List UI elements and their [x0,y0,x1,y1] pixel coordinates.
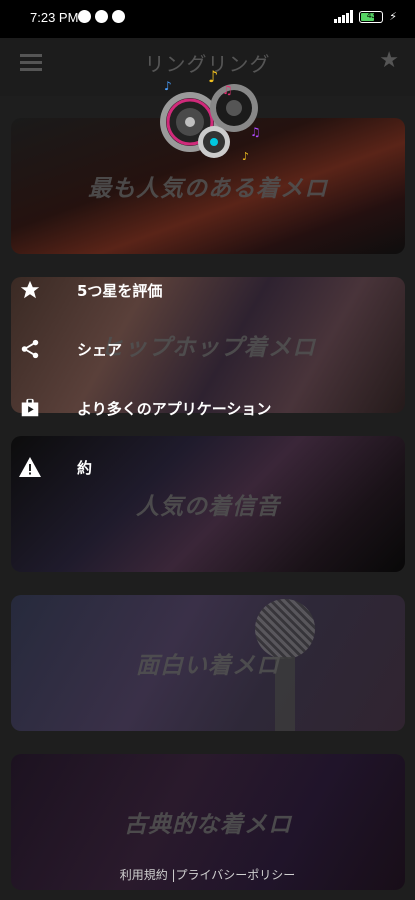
notification-icon [112,10,125,23]
menu-item-rate[interactable]: 5つ星を評価 [0,266,415,314]
battery-icon: 43 [359,10,384,23]
svg-text:♪: ♪ [208,67,218,86]
category-card[interactable]: 面白い着メロ [11,595,405,731]
charging-icon: ⚡ [389,10,397,23]
warning-icon [18,455,42,479]
svg-text:♪: ♪ [242,150,249,163]
menu-item-label: 約 [77,458,93,477]
svg-text:♫: ♫ [222,83,233,97]
status-right: 43 ⚡ [334,10,397,23]
status-bar: 7:23 PM 43 ⚡ [0,0,415,38]
status-time: 7:23 PM [30,10,79,25]
menu-item-label: シェア [77,340,123,359]
svg-text:♪: ♪ [164,79,172,93]
star-icon[interactable]: ★ [379,48,399,73]
menu-item-share[interactable]: シェア [0,325,415,373]
share-icon [18,337,42,361]
category-label: 人気の着信音 [136,494,280,520]
menu-item-about[interactable]: 約 [0,443,415,491]
category-label: 面白い着メロ [136,653,280,679]
star-icon [18,278,42,302]
signal-icon [334,10,354,23]
notification-icons [78,10,125,23]
category-label: 最も人気のある着メロ [88,176,328,202]
notification-icon [78,10,91,23]
notification-icon [95,10,108,23]
battery-level: 43 [366,10,376,20]
category-label: 古典的な着メロ [124,812,292,838]
menu-item-label: より多くのアプリケーション [77,399,272,418]
svg-text:♫: ♫ [250,125,261,139]
play-store-bag-icon [18,396,42,420]
menu-item-label: 5つ星を評価 [77,281,163,300]
footer-links[interactable]: 利用規約 |プライバシーポリシー [0,866,415,883]
app-logo: ♪ ♫ ♪ ♫ ♪ [160,67,261,163]
menu-item-more-apps[interactable]: より多くのアプリケーション [0,384,415,432]
